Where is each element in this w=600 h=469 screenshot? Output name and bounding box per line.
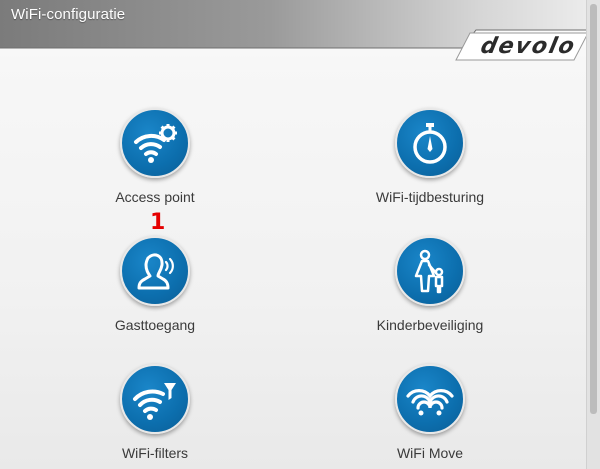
scrollbar-thumb[interactable]	[590, 4, 597, 414]
guest-person-icon	[137, 253, 174, 290]
wifi-filter-icon	[133, 383, 176, 420]
vertical-scrollbar[interactable]	[586, 0, 600, 469]
tile-access-point[interactable]: Access point	[55, 108, 255, 205]
tile-label: WiFi Move	[396, 445, 464, 461]
tile-guest-access[interactable]: Gasttoegang	[55, 236, 255, 333]
wifi-move-button[interactable]	[395, 364, 465, 434]
wifi-gear-icon	[134, 124, 177, 163]
tile-label: WiFi-tijdbesturing	[375, 189, 485, 205]
tile-label: Kinderbeveiliging	[376, 317, 484, 333]
parent-child-icon	[414, 249, 444, 294]
devolo-logo: devolo	[478, 34, 579, 59]
child-protection-button[interactable]	[395, 236, 465, 306]
annotation-marker: 1	[150, 210, 166, 235]
header-bar: WiFi-configuratie devolo	[0, 0, 600, 62]
stopwatch-icon	[413, 123, 447, 164]
wifi-move-icon	[406, 389, 454, 416]
wifi-time-control-button[interactable]	[395, 108, 465, 178]
wifi-configuration-window: WiFi-configuratie devolo Access point Wi…	[0, 0, 600, 469]
tile-child-protection[interactable]: Kinderbeveiliging	[330, 236, 530, 333]
tile-label: WiFi-filters	[121, 445, 189, 461]
tile-wifi-time-control[interactable]: WiFi-tijdbesturing	[330, 108, 530, 205]
window-title: WiFi-configuratie	[11, 6, 126, 23]
tile-wifi-move[interactable]: WiFi Move	[330, 364, 530, 461]
tile-label: Access point	[115, 189, 195, 205]
tile-label: Gasttoegang	[114, 317, 196, 333]
tile-wifi-filters[interactable]: WiFi-filters	[55, 364, 255, 461]
guest-access-button[interactable]	[120, 236, 190, 306]
wifi-filters-button[interactable]	[120, 364, 190, 434]
access-point-button[interactable]	[120, 108, 190, 178]
